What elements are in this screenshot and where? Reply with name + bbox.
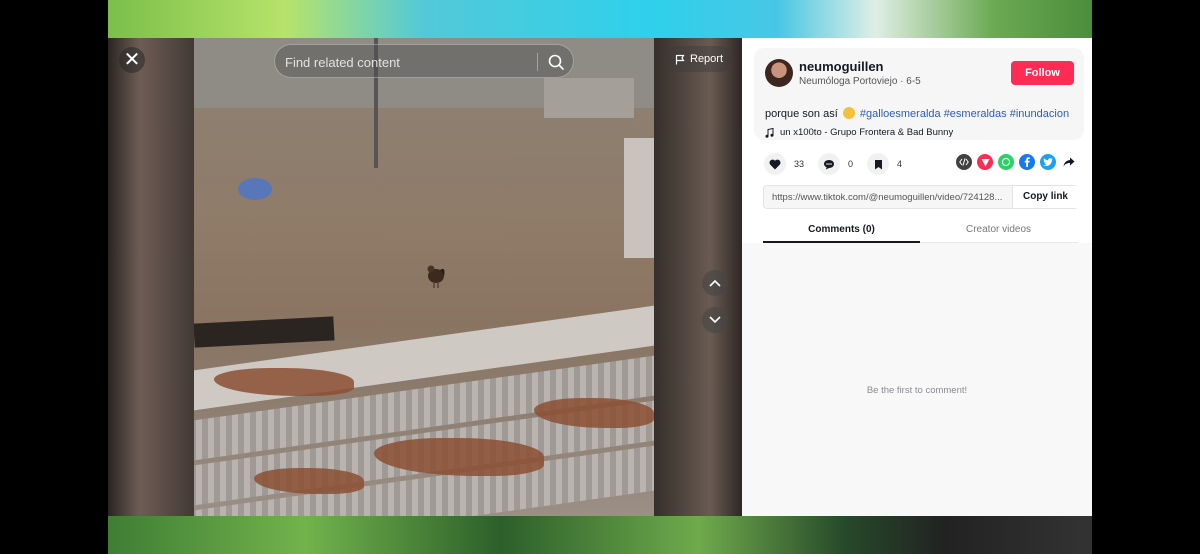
video-player[interactable] bbox=[108, 38, 742, 516]
hashtag-link[interactable]: #inundacion bbox=[1010, 108, 1069, 120]
house bbox=[544, 78, 634, 118]
rooster-image bbox=[427, 265, 445, 288]
chevron-down-icon bbox=[709, 316, 721, 324]
copy-link-button[interactable]: Copy link bbox=[1012, 186, 1078, 208]
report-label: Report bbox=[690, 53, 724, 65]
video-caption: porque son así #galloesmeralda #esmerald… bbox=[765, 107, 1069, 120]
next-video-button[interactable] bbox=[702, 307, 728, 333]
flag-icon bbox=[675, 54, 685, 64]
engagement-actions: 33 0 4 bbox=[764, 153, 902, 175]
search-input[interactable] bbox=[285, 52, 525, 72]
details-panel: neumoguillen Neumóloga Portoviejo · 6-5 … bbox=[742, 38, 1092, 516]
whatsapp-icon[interactable] bbox=[998, 154, 1014, 170]
embed-icon[interactable] bbox=[956, 154, 972, 170]
comments-section: Be the first to comment! bbox=[742, 243, 1092, 516]
caption-text: porque son así bbox=[765, 108, 838, 120]
share-arrow-icon[interactable] bbox=[1061, 154, 1077, 170]
share-options bbox=[956, 154, 1077, 170]
save-count: 4 bbox=[897, 159, 903, 169]
send-icon[interactable] bbox=[977, 154, 993, 170]
search-icon[interactable] bbox=[547, 53, 565, 71]
screen: ✕ Report neumoguillen Neumóloga Portovie… bbox=[0, 0, 1200, 554]
like-count: 33 bbox=[794, 159, 805, 169]
twitter-icon[interactable] bbox=[1040, 154, 1056, 170]
video-url[interactable]: https://www.tiktok.com/@neumoguillen/vid… bbox=[772, 192, 1010, 203]
search-bar[interactable] bbox=[274, 44, 574, 78]
music-info[interactable]: un x100to - Grupo Frontera & Bad Bunny bbox=[765, 127, 953, 138]
save-button[interactable]: 4 bbox=[867, 153, 902, 175]
follow-button[interactable]: Follow bbox=[1011, 61, 1074, 85]
chevron-up-icon bbox=[709, 279, 721, 287]
username[interactable]: neumoguillen bbox=[799, 59, 884, 74]
hashtag-link[interactable]: #galloesmeralda bbox=[860, 108, 941, 120]
report-button[interactable]: Report bbox=[665, 46, 734, 72]
like-button[interactable]: 33 bbox=[764, 153, 804, 175]
close-button[interactable]: ✕ bbox=[119, 47, 145, 73]
music-note-icon bbox=[765, 127, 774, 138]
empty-comments-message: Be the first to comment! bbox=[866, 385, 968, 396]
video-frame[interactable] bbox=[194, 38, 654, 516]
facebook-icon[interactable] bbox=[1019, 154, 1035, 170]
background-bottom-strip bbox=[108, 516, 1092, 554]
debris bbox=[194, 316, 335, 348]
wall bbox=[624, 138, 654, 258]
author-nickname: Neumóloga Portoviejo bbox=[799, 76, 898, 87]
avatar[interactable] bbox=[765, 59, 793, 87]
previous-video-button[interactable] bbox=[702, 270, 728, 296]
comment-button[interactable]: 0 bbox=[818, 153, 853, 175]
heart-icon bbox=[769, 159, 781, 169]
comment-count: 0 bbox=[848, 159, 854, 169]
separator: · bbox=[897, 76, 907, 87]
video-link-box: https://www.tiktok.com/@neumoguillen/vid… bbox=[763, 185, 1078, 209]
comment-icon bbox=[824, 159, 835, 169]
floating-bucket bbox=[238, 178, 272, 200]
search-divider bbox=[537, 53, 538, 71]
tab-creator-videos[interactable]: Creator videos bbox=[920, 224, 1077, 235]
music-title: un x100to - Grupo Frontera & Bad Bunny bbox=[780, 127, 954, 138]
video-info-card: neumoguillen Neumóloga Portoviejo · 6-5 … bbox=[754, 48, 1084, 140]
tab-comments[interactable]: Comments (0) bbox=[763, 224, 920, 235]
author-subline: Neumóloga Portoviejo · 6-5 bbox=[799, 76, 921, 87]
close-icon: ✕ bbox=[123, 49, 141, 71]
hashtag-link[interactable]: #esmeraldas bbox=[944, 108, 1007, 120]
smirk-emoji-icon bbox=[842, 107, 855, 119]
panel-tabs: Comments (0) Creator videos bbox=[763, 218, 1078, 243]
post-date: 6-5 bbox=[906, 76, 921, 87]
bookmark-icon bbox=[874, 159, 882, 169]
background-top-strip bbox=[108, 0, 1092, 38]
